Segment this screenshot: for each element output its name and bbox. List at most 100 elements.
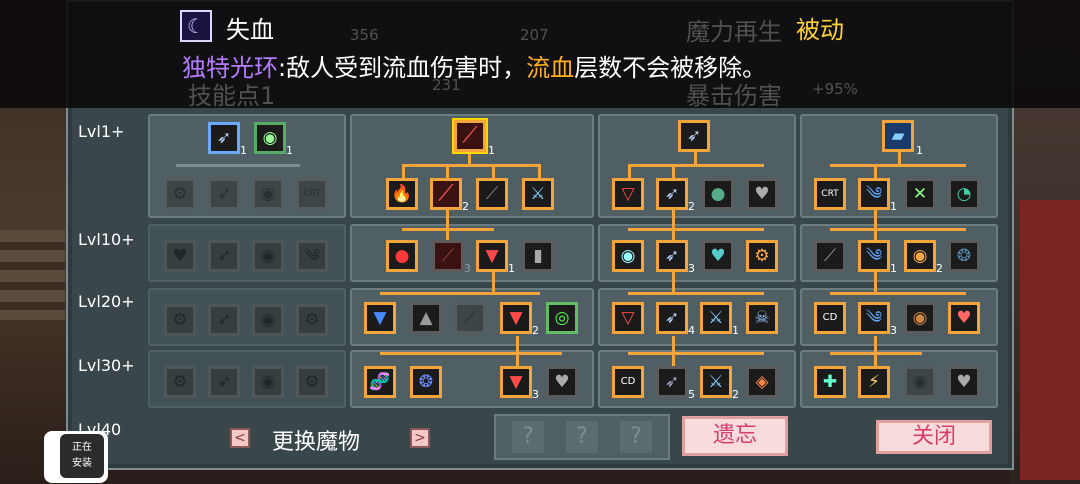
fire-skill-icon[interactable]: 🔥 [386,178,418,210]
jaw-skill-icon[interactable]: ▼ [500,302,532,334]
connector [672,164,675,178]
locked-skill-icon[interactable]: ◉ [252,304,284,336]
connector [446,210,449,240]
orb-skill-icon[interactable]: ◉ [612,240,644,272]
heal-skill-icon[interactable]: ✚ [814,366,846,398]
heart-skill-icon[interactable]: ♥ [702,240,734,272]
blue-tornado-skill-icon[interactable]: ▼ [364,302,396,334]
locked-skill-icon[interactable]: ༄ [296,240,328,272]
connector [874,210,877,240]
feather-skill-icon[interactable]: ➶ [208,122,240,154]
claw-skill-icon[interactable]: ⟋ [814,240,846,272]
skull-skill-icon[interactable]: ☠ [746,302,778,334]
wind-skill-icon[interactable]: ༄ [858,240,890,272]
connector [492,272,495,292]
locked-skill-icon[interactable]: ♥ [164,240,196,272]
locked-skill-icon[interactable]: ⚙ [296,366,328,398]
level-label-1: Lvl1+ [78,122,125,141]
connector [538,164,541,178]
blood-drop-skill-icon[interactable]: ● [386,240,418,272]
heart-skill-icon[interactable]: ♥ [746,178,778,210]
locked-skill-icon[interactable]: ⚙ [296,304,328,336]
skill-count: 2 [532,324,539,337]
target-skill-icon[interactable]: ◉ [904,302,936,334]
swirl-skill-icon[interactable]: ◔ [948,178,980,210]
blade-skill-icon[interactable]: ⚔ [700,302,732,334]
dna-skill-icon[interactable]: 🧬 [364,366,396,398]
locked-skill-icon[interactable]: ⚙ [164,178,196,210]
locked-skill-icon[interactable]: ⟋ [454,302,486,334]
cooldown-skill-icon[interactable]: CD [814,302,846,334]
skill-count: 1 [240,144,247,157]
locked-skill-icon[interactable]: ◉ [252,178,284,210]
skill-count: 1 [508,262,515,275]
helmet-skill-icon[interactable]: ▲ [410,302,442,334]
locked-crt-icon[interactable]: CRT [296,178,328,210]
heart-skill-icon[interactable]: ♥ [948,302,980,334]
ghost-crit-value: +95% [812,80,858,98]
shield-skill-icon[interactable]: ◈ [746,366,778,398]
feather-skill-icon[interactable]: ➶ [656,302,688,334]
locked-skill-icon[interactable]: ➶ [208,178,240,210]
feather-skill-icon[interactable]: ➶ [678,120,710,152]
skill-count: 3 [464,262,471,275]
locked-skill-icon[interactable]: ⚙ [164,304,196,336]
connector [628,228,764,231]
blade-skill-icon[interactable]: ⚔ [700,366,732,398]
wind-skill-icon[interactable]: ༄ [858,302,890,334]
sprint-skill-icon[interactable]: ⚡ [858,366,890,398]
claw-skill-icon[interactable]: ⟋ [476,178,508,210]
moon-icon: ☾ [180,10,212,42]
jaw-skill-icon[interactable]: ▼ [500,366,532,398]
bleed-skill-icon[interactable]: ⟋ [430,178,462,210]
close-button[interactable]: 关闭 [876,420,992,454]
skill-description: 独特光环:敌人受到流血伤害时，流血层数不会被移除。 [182,54,767,82]
feather-skill-icon[interactable]: ➶ [656,366,688,398]
shield-skill-icon[interactable]: ▮ [522,240,554,272]
fish-skill-icon[interactable]: ❂ [948,240,980,272]
connector [830,352,922,355]
locked-skill-icon[interactable]: ➶ [208,304,240,336]
jaw-skill-icon[interactable]: ▼ [476,240,508,272]
vortex-skill-icon[interactable]: ◎ [546,302,578,334]
figure-skill-icon[interactable]: ✕ [904,178,936,210]
install-badge-inner[interactable]: 正在 安装 [60,434,104,478]
sword-skill-icon[interactable]: ⚔ [522,178,554,210]
locked-skill-icon[interactable]: ◉ [252,240,284,272]
mask-skill-icon[interactable]: ▽ [612,302,644,334]
target-skill-icon[interactable]: ◉ [254,122,286,154]
connector [874,336,877,366]
skill-count: 1 [890,200,897,213]
target-skill-icon[interactable]: ◉ [904,240,936,272]
locked-skill-icon[interactable]: ◉ [252,366,284,398]
connector [628,352,764,355]
skill-count: 2 [732,388,739,401]
connector [402,164,405,178]
scroll-skill-icon[interactable]: ▰ [882,120,914,152]
bleed-skill-icon[interactable]: ⟋ [432,240,464,272]
locked-skill-icon[interactable]: ◉ [904,366,936,398]
heart-skill-icon[interactable]: ♥ [546,366,578,398]
connector [628,164,631,178]
heart-skill-icon[interactable]: ♥ [948,366,980,398]
swap-monster-label[interactable]: 更换魔物 [272,424,360,456]
feather-skill-icon[interactable]: ➶ [656,240,688,272]
gear-skill-icon[interactable]: ⚙ [746,240,778,272]
connector [380,292,540,295]
feather-skill-icon[interactable]: ➶ [656,178,688,210]
connector [672,336,675,366]
cooldown-skill-icon[interactable]: CD [612,366,644,398]
shark-skill-icon[interactable]: ❂ [410,366,442,398]
mask-skill-icon[interactable]: ▽ [612,178,644,210]
previous-monster-button[interactable]: < [230,428,250,448]
locked-skill-icon[interactable]: ➶ [208,366,240,398]
forget-button[interactable]: 遗忘 [682,416,788,456]
next-monster-button[interactable]: > [410,428,430,448]
blood-loss-skill-icon[interactable]: ⟋ [454,120,486,152]
locked-skill-icon[interactable]: ⚙ [164,366,196,398]
wind-skill-icon[interactable]: ༄ [858,178,890,210]
drop-skill-icon[interactable]: ● [702,178,734,210]
locked-skill-icon[interactable]: ➶ [208,240,240,272]
connector [830,228,966,231]
crit-skill-icon[interactable]: CRT [814,178,846,210]
